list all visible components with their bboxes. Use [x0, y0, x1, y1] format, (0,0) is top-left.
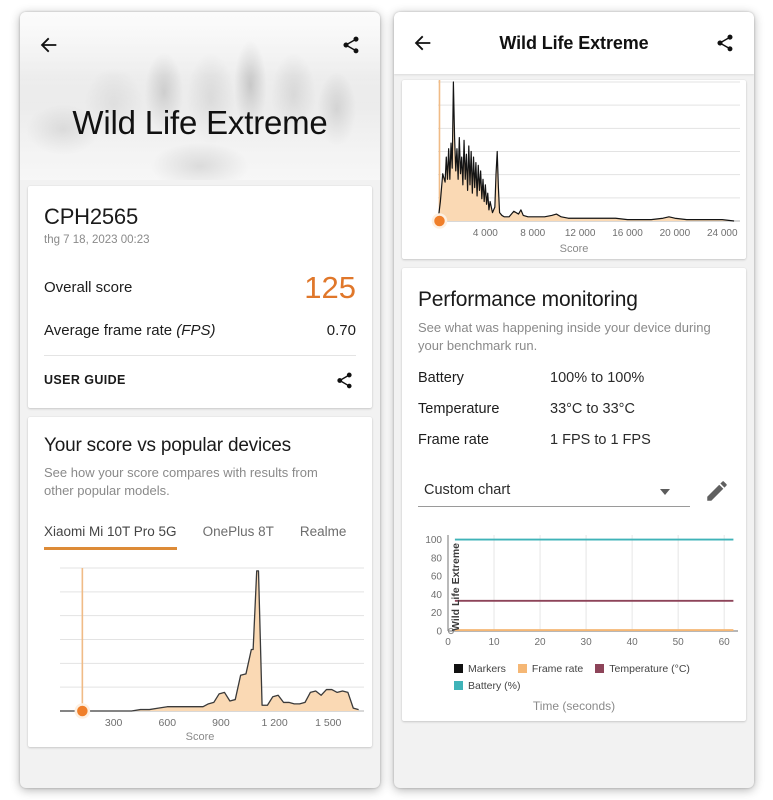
- legend-item-temperature: Temperature (°C): [595, 663, 690, 675]
- average-frame-rate-label-text: Average frame rate: [44, 322, 173, 339]
- legend-swatch-frame-rate: [517, 664, 527, 674]
- perf-key-temperature: Temperature: [418, 400, 500, 417]
- performance-monitoring-card: Performance monitoring See what was happ…: [402, 268, 746, 721]
- right-phone-panel: Wild Life Extreme 4 000 8 000 12 000 16 000…: [394, 12, 754, 788]
- svg-text:900: 900: [212, 717, 230, 729]
- svg-text:12 000: 12 000: [565, 228, 596, 239]
- svg-text:16 000: 16 000: [612, 228, 643, 239]
- performance-stats-list: Battery 100% to 100% Temperature 33°C to…: [418, 370, 730, 448]
- svg-text:40: 40: [627, 637, 639, 648]
- app-bar: Wild Life Extreme: [394, 12, 754, 74]
- device-histogram-svg: 300 600 900 1 200 1 500: [60, 567, 364, 729]
- perf-value-temperature: 33°C to 33°C: [550, 400, 635, 417]
- average-frame-rate-row: Average frame rate (FPS) 0.70: [44, 322, 356, 339]
- legend-item-battery: Battery (%): [454, 680, 740, 692]
- chart-type-select[interactable]: Custom chart: [418, 476, 690, 507]
- average-frame-rate-label: Average frame rate (FPS): [44, 322, 215, 339]
- svg-text:60: 60: [431, 572, 443, 583]
- overall-score-value: 125: [304, 270, 356, 305]
- legend-swatch-markers: [454, 664, 463, 674]
- svg-text:100: 100: [425, 535, 442, 546]
- global-histogram-chart: 4 000 8 000 12 000 16 000 20 000 24 000 Score: [402, 80, 746, 259]
- overall-score-label: Overall score: [44, 279, 133, 296]
- device-histogram-xlabel: Score: [185, 730, 215, 743]
- perf-row-battery: Battery 100% to 100%: [418, 370, 730, 386]
- svg-text:60: 60: [719, 637, 731, 648]
- svg-text:8 000: 8 000: [520, 228, 545, 239]
- compare-card-subtitle: See how your score compares with results…: [44, 465, 318, 498]
- svg-text:20: 20: [431, 608, 443, 619]
- legend-label-frame-rate: Frame rate: [531, 662, 584, 675]
- legend-item-markers: Markers: [454, 663, 506, 675]
- svg-text:80: 80: [431, 553, 443, 564]
- performance-title: Performance monitoring: [418, 288, 638, 311]
- overall-score-row: Overall score 125: [44, 272, 356, 303]
- device-tabs: Xiaomi Mi 10T Pro 5G OnePlus 8T Realme: [44, 524, 356, 550]
- svg-text:600: 600: [159, 717, 177, 729]
- pencil-icon[interactable]: [704, 478, 730, 504]
- share-icon[interactable]: [706, 24, 744, 62]
- user-guide-row: USER GUIDE: [44, 356, 356, 394]
- perf-value-frame-rate: 1 FPS to 1 FPS: [550, 431, 651, 448]
- tab-oneplus-8t[interactable]: OnePlus 8T: [203, 524, 274, 550]
- perf-key-frame-rate: Frame rate: [418, 431, 489, 448]
- legend-label-temperature: Temperature (°C): [609, 662, 690, 675]
- share-icon[interactable]: [332, 26, 370, 64]
- user-guide-link[interactable]: USER GUIDE: [44, 373, 126, 387]
- hero-banner: Wild Life Extreme: [20, 12, 380, 180]
- benchmark-timestamp: thg 7 18, 2023 00:23: [44, 234, 150, 246]
- legend-label-markers: Markers: [468, 662, 506, 675]
- screenshot-root: Wild Life Extreme CPH2565 thg 7 18, 2023…: [0, 0, 773, 800]
- svg-text:24 000: 24 000: [707, 228, 738, 239]
- svg-text:0: 0: [436, 626, 442, 637]
- device-histogram-chart: 300 600 900 1 200 1 500 Score: [28, 550, 372, 747]
- tab-xiaomi-mi-10t-pro-5g[interactable]: Xiaomi Mi 10T Pro 5G: [44, 524, 177, 550]
- app-bar-title: Wild Life Extreme: [499, 32, 649, 53]
- legend-swatch-temperature: [595, 664, 605, 674]
- svg-text:0: 0: [445, 637, 451, 648]
- svg-text:30: 30: [581, 637, 593, 648]
- custom-performance-svg: 0 20 40 60 80 100 0 10 20 30 40 50 60 Wild Life Extre…: [425, 534, 738, 648]
- left-phone-panel: Wild Life Extreme CPH2565 thg 7 18, 2023…: [20, 12, 380, 788]
- legend-swatch-battery: [454, 681, 463, 691]
- custom-chart-legend: Markers Frame rate Temperature (°C) Batt…: [408, 661, 740, 692]
- svg-text:20 000: 20 000: [660, 228, 691, 239]
- custom-chart-xlabel: Time (seconds): [532, 698, 616, 713]
- chart-select-row: Custom chart: [418, 476, 730, 507]
- svg-text:50: 50: [673, 637, 685, 648]
- svg-text:Wild Life Extreme: Wild Life Extreme: [450, 543, 462, 631]
- hero-toolbar: [20, 12, 380, 68]
- hero-title: Wild Life Extreme: [72, 104, 328, 141]
- global-histogram-xlabel: Score: [559, 243, 589, 255]
- svg-text:1 200: 1 200: [261, 717, 287, 729]
- back-arrow-icon[interactable]: [30, 26, 68, 64]
- share-icon[interactable]: [332, 368, 356, 392]
- performance-subtitle: See what was happening inside your devic…: [418, 320, 711, 353]
- average-frame-rate-unit: (FPS): [176, 322, 216, 339]
- perf-value-battery: 100% to 100%: [550, 369, 645, 386]
- compare-card: Your score vs popular devices See how yo…: [28, 417, 372, 747]
- svg-text:10: 10: [488, 637, 500, 648]
- compare-card-title: Your score vs popular devices: [44, 435, 291, 456]
- svg-text:1 500: 1 500: [315, 717, 341, 729]
- svg-text:4 000: 4 000: [473, 228, 498, 239]
- legend-label-battery: Battery (%): [468, 679, 521, 692]
- chart-type-select-value: Custom chart: [424, 481, 511, 498]
- average-frame-rate-value: 0.70: [326, 322, 356, 339]
- score-card: CPH2565 thg 7 18, 2023 00:23 Overall sco…: [28, 186, 372, 408]
- global-histogram-svg: 4 000 8 000 12 000 16 000 20 000 24 000: [431, 80, 740, 239]
- svg-text:20: 20: [535, 637, 547, 648]
- svg-text:40: 40: [431, 590, 443, 601]
- perf-key-battery: Battery: [418, 369, 464, 386]
- global-histogram-card: 4 000 8 000 12 000 16 000 20 000 24 000 Score: [402, 80, 746, 259]
- perf-row-temperature: Temperature 33°C to 33°C: [418, 401, 730, 417]
- device-name: CPH2565: [44, 204, 138, 229]
- perf-row-frame-rate: Frame rate 1 FPS to 1 FPS: [418, 432, 730, 448]
- custom-performance-chart: 0 20 40 60 80 100 0 10 20 30 40 50 60 Wild Life Extre…: [402, 517, 746, 721]
- tab-realme[interactable]: Realme: [300, 524, 347, 550]
- legend-item-frame-rate: Frame rate: [517, 662, 584, 675]
- svg-text:300: 300: [105, 717, 123, 729]
- chevron-down-icon: [660, 488, 670, 495]
